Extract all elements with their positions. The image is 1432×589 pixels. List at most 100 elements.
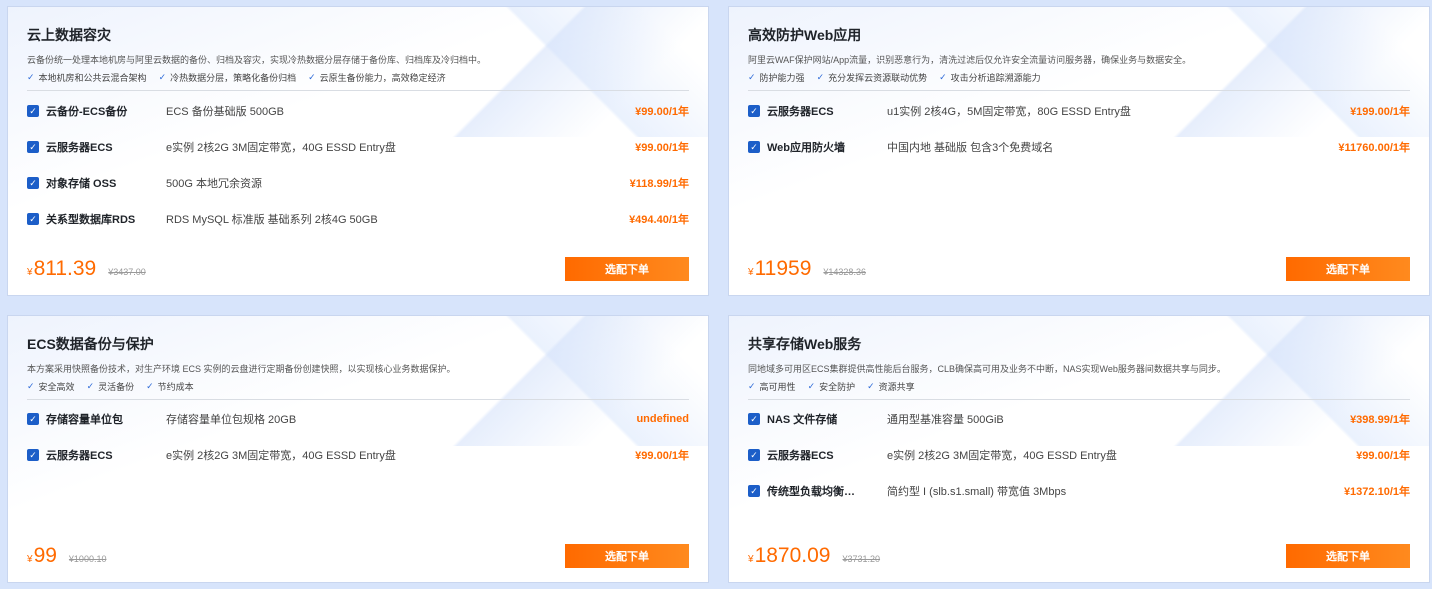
card-title: 云上数据容灾 [27, 27, 111, 43]
product-price: ¥494.40/1年 [629, 214, 689, 226]
total-price: ¥ 811.39 ¥3437.00 [27, 257, 146, 281]
product-row: ✓ 云服务器ECS e实例 2核2G 3M固定带宽，40G ESSD Entry… [748, 447, 1410, 463]
product-checkbox[interactable]: ✓ [748, 485, 760, 497]
total-amount: 11959 [754, 257, 812, 280]
feature-label: 冷热数据分层，策略化备份归档 [170, 73, 297, 83]
product-checkbox[interactable]: ✓ [27, 177, 39, 189]
product-spec: u1实例 2核4G，5M固定带宽，80G ESSD Entry盘 [887, 106, 1131, 118]
order-button[interactable]: 选配下单 [565, 257, 689, 281]
card-description: 云备份统一处理本地机房与阿里云数据的备份、归档及容灾，实现冷热数据分层存储于备份… [27, 55, 487, 65]
product-checkbox[interactable]: ✓ [27, 213, 39, 225]
product-row: ✓ 对象存储 OSS 500G 本地冗余资源 ¥118.99/1年 [27, 175, 689, 191]
feature-label: 节约成本 [157, 382, 194, 392]
check-icon: ✓ [146, 381, 154, 391]
divider [27, 90, 689, 91]
product-price: ¥99.00/1年 [635, 450, 689, 462]
solution-card-web-protection: 高效防护Web应用 阿里云WAF保护网站/App流量，识别恶意行为，清洗过滤后仅… [728, 6, 1430, 296]
product-row: ✓ 云服务器ECS u1实例 2核4G，5M固定带宽，80G ESSD Entr… [748, 103, 1410, 119]
product-spec: e实例 2核2G 3M固定带宽，40G ESSD Entry盘 [887, 450, 1117, 462]
product-name: 云备份-ECS备份 [46, 106, 128, 118]
product-name: 存储容量单位包 [46, 414, 123, 426]
solution-card-data-disaster-recovery: 云上数据容灾 云备份统一处理本地机房与阿里云数据的备份、归档及容灾，实现冷热数据… [7, 6, 709, 296]
solution-card-shared-storage-web: 共享存储Web服务 同地域多可用区ECS集群提供高性能后台服务，CLB确保高可用… [728, 315, 1430, 583]
product-price: ¥118.99/1年 [629, 178, 689, 190]
feature-item: ✓ 冷热数据分层，策略化备份归档 [159, 71, 297, 84]
product-name: 云服务器ECS [767, 106, 834, 118]
feature-label: 本地机房和公共云混合架构 [38, 73, 147, 83]
product-checkbox[interactable]: ✓ [748, 413, 760, 425]
order-button[interactable]: 选配下单 [565, 544, 689, 568]
divider [748, 399, 1410, 400]
total-amount: 1870.09 [754, 544, 831, 567]
feature-item: ✓ 资源共享 [867, 380, 915, 393]
total-price: ¥ 99 ¥1000.10 [27, 544, 106, 568]
card-description: 阿里云WAF保护网站/App流量，识别恶意行为，清洗过滤后仅允许安全流量访问服务… [748, 55, 1192, 65]
feature-list: ✓ 高可用性 ✓ 安全防护 ✓ 资源共享 [748, 380, 915, 393]
original-price: ¥3731.20 [842, 554, 881, 564]
original-price: ¥1000.10 [68, 554, 107, 564]
product-name: Web应用防火墙 [767, 142, 846, 154]
product-checkbox[interactable]: ✓ [27, 141, 39, 153]
feature-item: ✓ 攻击分析追踪溯源能力 [939, 71, 1041, 84]
total-amount: 99 [33, 544, 57, 567]
check-icon: ✓ [807, 381, 816, 391]
product-price: ¥99.00/1年 [635, 142, 689, 154]
currency-symbol: ¥ [748, 554, 754, 565]
currency-symbol: ¥ [27, 554, 33, 565]
product-name: 传统型负载均衡… [767, 486, 855, 498]
total-price: ¥ 11959 ¥14328.36 [748, 257, 866, 281]
check-icon: ✓ [748, 72, 756, 82]
order-button[interactable]: 选配下单 [1286, 257, 1410, 281]
product-spec: 简约型 I (slb.s1.small) 带宽值 3Mbps [887, 486, 1067, 498]
original-price: ¥14328.36 [823, 267, 866, 277]
divider [748, 90, 1410, 91]
product-name: 云服务器ECS [46, 450, 113, 462]
product-row: ✓ NAS 文件存储 通用型基准容量 500GiB ¥398.99/1年 [748, 411, 1410, 427]
product-spec: RDS MySQL 标准版 基础系列 2核4G 50GB [166, 214, 378, 226]
feature-label: 云原生备份能力，高效稳定经济 [319, 73, 446, 83]
product-spec: 中国内地 基础版 包含3个免费域名 [887, 142, 1054, 154]
feature-label: 攻击分析追踪溯源能力 [950, 73, 1041, 83]
feature-list: ✓ 本地机房和公共云混合架构 ✓ 冷热数据分层，策略化备份归档 ✓ 云原生备份能力，高… [27, 71, 446, 84]
order-button[interactable]: 选配下单 [1286, 544, 1410, 568]
product-checkbox[interactable]: ✓ [27, 413, 39, 425]
feature-label: 安全高效 [38, 382, 75, 392]
product-row: ✓ 云服务器ECS e实例 2核2G 3M固定带宽，40G ESSD Entry… [27, 447, 689, 463]
product-price: undefined [636, 413, 689, 425]
product-price: ¥199.00/1年 [1350, 106, 1410, 118]
check-icon: ✓ [308, 72, 316, 82]
product-name: 关系型数据库RDS [46, 214, 136, 226]
product-spec: 存储容量单位包规格 20GB [166, 414, 297, 426]
solution-card-ecs-backup: ECS数据备份与保护 本方案采用快照备份技术，对生产环境 ECS 实例的云盘进行… [7, 315, 709, 583]
product-checkbox[interactable]: ✓ [748, 449, 760, 461]
product-checkbox[interactable]: ✓ [748, 105, 760, 117]
feature-item: ✓ 本地机房和公共云混合架构 [27, 71, 147, 84]
card-title: ECS数据备份与保护 [27, 336, 154, 352]
product-name: 云服务器ECS [46, 142, 113, 154]
feature-list: ✓ 防护能力强 ✓ 充分发挥云资源联动优势 ✓ 攻击分析追踪溯源能力 [748, 71, 1041, 84]
product-row: ✓ Web应用防火墙 中国内地 基础版 包含3个免费域名 ¥11760.00/1… [748, 139, 1410, 155]
product-spec: 通用型基准容量 500GiB [887, 414, 1004, 426]
product-spec: e实例 2核2G 3M固定带宽，40G ESSD Entry盘 [166, 142, 396, 154]
product-price: ¥398.99/1年 [1350, 414, 1410, 426]
product-name: 云服务器ECS [767, 450, 834, 462]
product-spec: 500G 本地冗余资源 [166, 178, 262, 190]
feature-list: ✓ 安全高效 ✓ 灵活备份 ✓ 节约成本 [27, 380, 194, 393]
product-checkbox[interactable]: ✓ [27, 105, 39, 117]
product-row: ✓ 存储容量单位包 存储容量单位包规格 20GB undefined [27, 411, 689, 427]
product-row: ✓ 云备份-ECS备份 ECS 备份基础版 500GB ¥99.00/1年 [27, 103, 689, 119]
check-icon: ✓ [158, 72, 167, 82]
total-price: ¥ 1870.09 ¥3731.20 [748, 544, 880, 568]
product-spec: ECS 备份基础版 500GB [166, 106, 284, 118]
product-row: ✓ 关系型数据库RDS RDS MySQL 标准版 基础系列 2核4G 50GB… [27, 211, 689, 227]
product-price: ¥99.00/1年 [1356, 450, 1410, 462]
card-title: 高效防护Web应用 [748, 27, 862, 43]
feature-item: ✓ 灵活备份 [87, 380, 135, 393]
product-checkbox[interactable]: ✓ [748, 141, 760, 153]
total-amount: 811.39 [33, 257, 97, 280]
feature-label: 充分发挥云资源联动优势 [828, 73, 928, 83]
card-description: 本方案采用快照备份技术，对生产环境 ECS 实例的云盘进行定期备份创建快照，以实… [27, 364, 456, 374]
product-checkbox[interactable]: ✓ [27, 449, 39, 461]
product-row: ✓ 传统型负载均衡… 简约型 I (slb.s1.small) 带宽值 3Mbp… [748, 483, 1410, 499]
feature-item: ✓ 安全高效 [27, 380, 75, 393]
